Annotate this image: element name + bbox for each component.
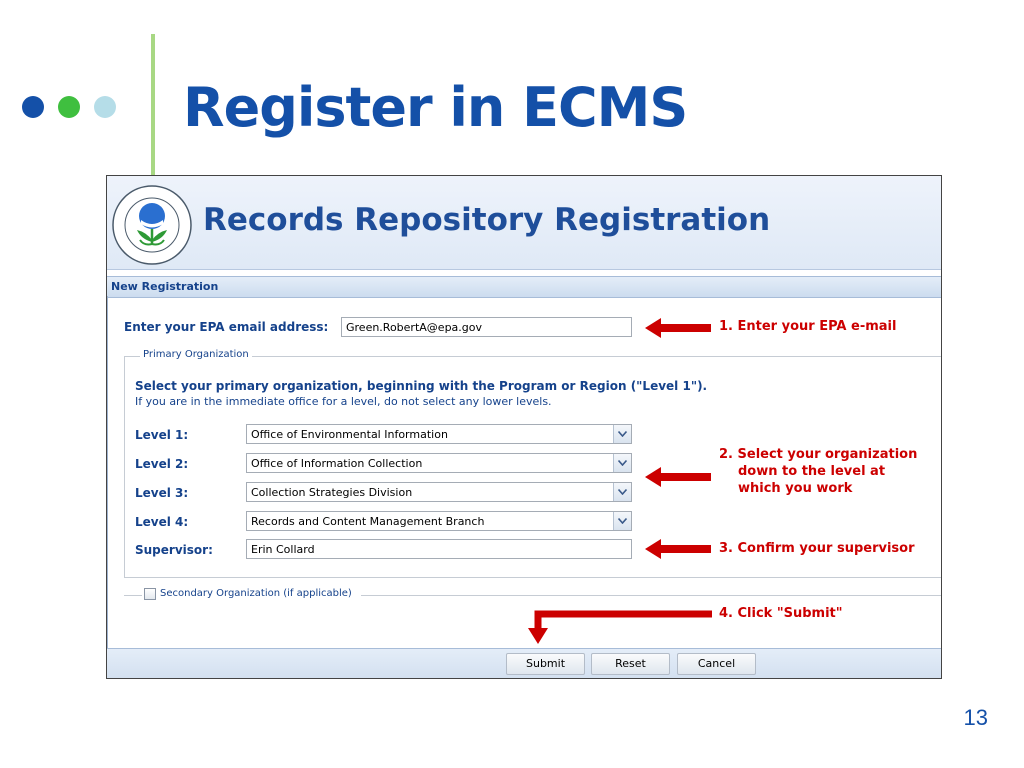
primary-organization-legend: Primary Organization [140, 349, 252, 360]
level-4-select[interactable]: Records and Content Management Branch [246, 511, 632, 531]
reset-button[interactable]: Reset [591, 653, 670, 675]
app-banner: Records Repository Registration [107, 176, 941, 270]
dot-green [58, 96, 80, 118]
secondary-fieldset-line-right [361, 595, 941, 596]
level-3-select[interactable]: Collection Strategies Division [246, 482, 632, 502]
page-number: 13 [963, 705, 988, 730]
secondary-organization-label: Secondary Organization (if applicable) [158, 588, 355, 599]
arrow-step1-icon [645, 318, 711, 338]
annotation-step4: 4. Click "Submit" [719, 606, 843, 621]
level-2-label: Level 2: [135, 457, 189, 471]
chevron-down-icon[interactable] [613, 454, 631, 472]
email-label: Enter your EPA email address: [124, 320, 329, 334]
annotation-step1: 1. Enter your EPA e-mail [719, 319, 897, 334]
submit-button[interactable]: Submit [506, 653, 585, 675]
epa-seal-icon [112, 185, 192, 265]
registration-screenshot: Records Repository Registration New Regi… [106, 175, 942, 679]
arrow-step3-icon [645, 539, 711, 559]
supervisor-label: Supervisor: [135, 543, 213, 557]
annotation-step2-line1: 2. Select your organization [719, 447, 918, 462]
chevron-down-icon[interactable] [613, 483, 631, 501]
section-title: New Registration [111, 280, 219, 293]
annotation-step2-line2: down to the level at [738, 464, 886, 479]
annotation-step2-line3: which you work [738, 481, 853, 496]
level-4-label: Level 4: [135, 515, 189, 529]
banner-title: Records Repository Registration [203, 202, 771, 238]
supervisor-field[interactable]: Erin Collard [246, 539, 632, 559]
instruction-text: If you are in the immediate office for a… [135, 395, 552, 408]
email-field[interactable]: Green.RobertA@epa.gov [341, 317, 632, 337]
panel-border [107, 296, 108, 648]
instruction-bold: Select your primary organization, beginn… [135, 379, 708, 393]
level-1-value: Office of Environmental Information [251, 428, 448, 441]
accent-divider [151, 34, 155, 180]
level-1-label: Level 1: [135, 428, 189, 442]
secondary-fieldset-line-left [124, 595, 142, 596]
arrow-step4-icon [528, 610, 712, 644]
level-2-value: Office of Information Collection [251, 457, 423, 470]
secondary-organization-checkbox[interactable] [144, 588, 156, 600]
section-header: New Registration [107, 276, 941, 298]
slide-title: Register in ECMS [183, 76, 688, 139]
chevron-down-icon[interactable] [613, 425, 631, 443]
level-3-label: Level 3: [135, 486, 189, 500]
level-2-select[interactable]: Office of Information Collection [246, 453, 632, 473]
level-4-value: Records and Content Management Branch [251, 515, 485, 528]
arrow-step2-icon [645, 467, 711, 487]
level-3-value: Collection Strategies Division [251, 486, 413, 499]
chevron-down-icon[interactable] [613, 512, 631, 530]
cancel-button[interactable]: Cancel [677, 653, 756, 675]
dot-light-blue [94, 96, 116, 118]
level-1-select[interactable]: Office of Environmental Information [246, 424, 632, 444]
dot-dark-blue [22, 96, 44, 118]
decorative-dots [22, 96, 116, 118]
annotation-step3: 3. Confirm your supervisor [719, 541, 915, 556]
